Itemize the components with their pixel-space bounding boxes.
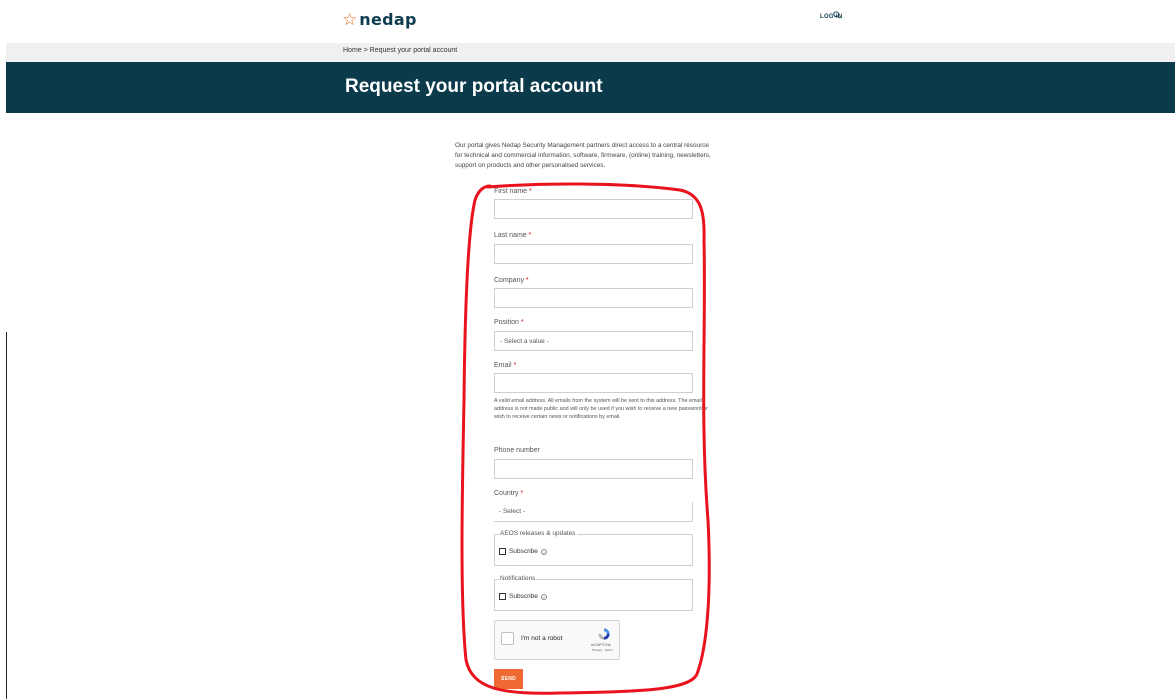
recaptcha-label[interactable]: I'm not a robot [521,635,562,642]
phone-field[interactable] [494,459,693,479]
position-select[interactable]: - Select a value - [494,331,693,351]
company-field[interactable] [494,288,693,308]
aeos-subscribe-checkbox[interactable] [499,548,506,555]
page-hero: Request your portal account [6,62,1175,113]
notifications-fieldset: Notifications Subscribe ? [494,575,693,611]
notifications-subscribe-checkbox[interactable] [499,593,506,600]
help-icon[interactable]: ? [540,593,547,600]
logo-text: nedap [359,10,417,29]
send-button[interactable]: SEND [494,669,523,689]
left-divider [6,332,7,699]
search-icon[interactable] [833,11,841,21]
recaptcha-brand: reCAPTCHA [591,643,611,647]
last-name-field[interactable] [494,244,693,264]
last-name-label: Last name * [494,232,532,239]
breadcrumb-bar: Home > Request your portal account [6,43,1175,62]
intro-text: Our portal gives Nedap Security Manageme… [455,142,711,169]
notifications-subscribe-option[interactable]: Subscribe ? [499,593,547,600]
first-name-label: First name * [494,188,532,195]
recaptcha-widget: I'm not a robot reCAPTCHA Privacy - Term… [494,620,620,660]
country-label: Country * [494,490,524,497]
email-label: Email * [494,362,517,369]
breadcrumb[interactable]: Home > Request your portal account [343,47,457,54]
aeos-subscribe-option[interactable]: Subscribe ? [499,548,547,555]
country-select[interactable]: - Select - [494,502,693,522]
company-label: Company * [494,277,529,284]
page-title: Request your portal account [345,76,603,97]
position-label: Position * [494,319,524,326]
recaptcha-checkbox[interactable] [501,632,514,645]
aeos-updates-legend: AEOS releases & updates [499,530,577,537]
notifications-legend: Notifications [499,575,537,582]
recaptcha-icon [598,628,610,640]
help-icon[interactable]: ? [540,548,547,555]
recaptcha-links[interactable]: Privacy - Terms [592,648,613,652]
nedap-logo[interactable]: ☆ nedap [342,10,417,29]
aeos-updates-fieldset: AEOS releases & updates Subscribe ? [494,530,693,566]
notifications-subscribe-label[interactable]: Subscribe [509,593,538,600]
aeos-subscribe-label[interactable]: Subscribe [509,548,538,555]
phone-label: Phone number [494,447,540,454]
site-header: ☆ nedap LOG IN [0,0,1175,38]
email-help-text: A valid email address. All emails from t… [494,398,708,420]
first-name-field[interactable] [494,199,693,219]
star-icon: ☆ [342,10,358,29]
email-field[interactable] [494,373,693,393]
